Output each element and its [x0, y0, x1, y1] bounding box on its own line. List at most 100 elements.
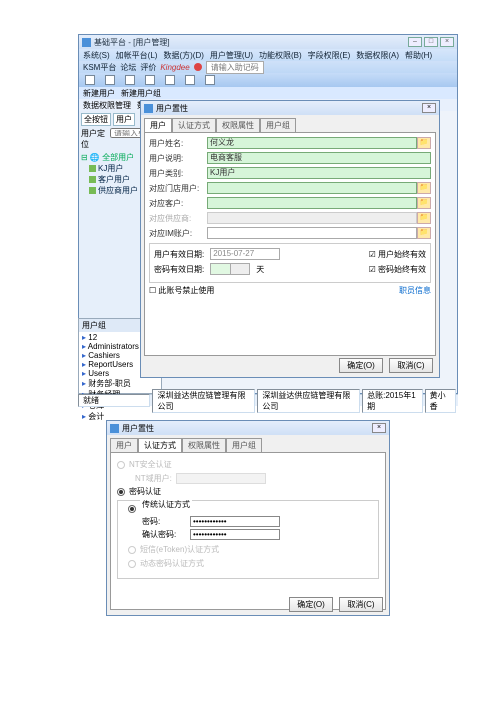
perm-mgmt-tab[interactable]: 数据权限管理 — [83, 100, 131, 111]
submenu-item[interactable]: Kingdee — [160, 63, 189, 72]
tool-icon[interactable] — [185, 75, 195, 85]
cancel-button[interactable]: 取消(C) — [389, 358, 433, 373]
cust-field[interactable] — [207, 197, 417, 209]
tool-icon[interactable] — [145, 75, 155, 85]
picker-icon[interactable]: 📁 — [417, 212, 431, 224]
group-item[interactable]: 财务部-职员 — [82, 378, 158, 389]
side-tab[interactable]: 全按钮 — [81, 113, 111, 126]
new-group-button[interactable]: 新建用户组 — [121, 88, 161, 99]
submenu-item[interactable]: 论坛 — [120, 62, 136, 73]
maximize-button[interactable]: □ — [424, 37, 438, 47]
tab-auth[interactable]: 认证方式 — [138, 438, 182, 452]
tab-groups[interactable]: 用户组 — [260, 118, 296, 132]
tab-groups[interactable]: 用户组 — [226, 438, 262, 452]
expire-label: 用户有效日期: — [154, 249, 204, 260]
dialog-close-button[interactable]: × — [422, 103, 436, 113]
tree-node[interactable]: 客户用户 — [81, 174, 146, 185]
radio-dynamic[interactable]: 动态密码认证方式 — [128, 558, 372, 569]
tab-user[interactable]: 用户 — [110, 438, 138, 452]
titlebar[interactable]: 基础平台 - [用户管理] – □ × — [79, 35, 457, 49]
password-input[interactable] — [190, 516, 280, 527]
pwd-confirm-label: 确认密码: — [142, 529, 186, 540]
menu-item[interactable]: 帮助(H) — [405, 50, 432, 61]
menu-item[interactable]: 数据权限(A) — [356, 50, 399, 61]
dialog-tabs: 用户 认证方式 权限属性 用户组 — [141, 115, 439, 132]
employee-info-link[interactable]: 职员信息 — [399, 285, 431, 296]
desc-field[interactable]: 电商客服 — [207, 152, 431, 164]
menu-item[interactable]: 加帐平台(L) — [116, 50, 158, 61]
side-tab[interactable]: 用户 — [113, 113, 135, 126]
menu-item[interactable]: 系统(S) — [83, 50, 110, 61]
dialog-title: 用户置性 — [156, 103, 188, 114]
tree-root[interactable]: ⊟ 🌐 全部用户 — [81, 152, 146, 163]
type-field[interactable]: KJ用户 — [207, 167, 431, 179]
dates-group: 用户有效日期: 2015-07-27 ☑ 用户始终有效 密码有效日期: 天 ☑ … — [149, 243, 431, 283]
pwd-label: 密码: — [142, 516, 186, 527]
tool-icon[interactable] — [85, 75, 95, 85]
tool-icon[interactable] — [105, 75, 115, 85]
close-button[interactable]: × — [440, 37, 454, 47]
radio-nt-auth[interactable]: NT安全认证 — [117, 459, 379, 470]
pwd-days-input[interactable] — [210, 263, 250, 275]
dialog-icon — [110, 424, 119, 433]
submenu-item[interactable]: KSM平台 — [83, 62, 116, 73]
dialog-titlebar[interactable]: 用户置性 × — [107, 421, 389, 435]
tab-perm[interactable]: 权限属性 — [182, 438, 226, 452]
tool-icon[interactable] — [205, 75, 215, 85]
menu-item[interactable]: 用户管理(U) — [210, 50, 253, 61]
window-title: 基础平台 - [用户管理] — [94, 37, 170, 48]
submenu-item[interactable]: 评价 — [140, 62, 156, 73]
new-user-button[interactable]: 新建用户 — [83, 88, 115, 99]
radio-sms[interactable]: 短信(eToken)认证方式 — [128, 544, 372, 555]
record-icon — [194, 63, 202, 71]
password-confirm-input[interactable] — [190, 529, 280, 540]
dialog-close-button[interactable]: × — [372, 423, 386, 433]
tool-icon[interactable] — [125, 75, 135, 85]
tree-node[interactable]: KJ用户 — [81, 163, 146, 174]
menu-bar: 系统(S) 加帐平台(L) 数据(方)(D) 用户管理(U) 功能权限(B) 字… — [79, 49, 457, 61]
pwd-fieldset: 传统认证方式 密码: 确认密码: 短信(eToken)认证方式 动态密码认证方式 — [117, 500, 379, 579]
picker-icon[interactable]: 📁 — [417, 227, 431, 239]
vend-field — [207, 212, 417, 224]
tab-body: 用户姓名:何义龙📁 用户说明:电商客服 用户类别:KJ用户 对应门店用户:📁 对… — [144, 132, 436, 356]
cancel-button[interactable]: 取消(C) — [339, 597, 383, 612]
status-company: 深圳益达供应链管理有限公司 — [152, 389, 255, 413]
dialog-tabs: 用户 认证方式 权限属性 用户组 — [107, 435, 389, 452]
radio-pwd-auth[interactable]: 密码认证 — [117, 486, 379, 497]
user-locate-label: 用户定位 — [81, 128, 108, 150]
minimize-button[interactable]: – — [408, 37, 422, 47]
store-field[interactable] — [207, 182, 417, 194]
cust-label: 对应客户: — [149, 198, 207, 209]
vend-label: 对应供应商: — [149, 213, 207, 224]
ok-button[interactable]: 确定(O) — [289, 597, 333, 612]
tab-body: NT安全认证 NT域用户: 密码认证 传统认证方式 密码: 确认密码: 短信(e… — [110, 452, 386, 610]
expire-date-input[interactable]: 2015-07-27 — [210, 248, 280, 260]
tab-user[interactable]: 用户 — [144, 118, 172, 132]
user-tree: ⊟ 🌐 全部用户 KJ用户 客户用户 供应商用户 — [81, 152, 146, 196]
user-properties-dialog: 用户置性 × 用户 认证方式 权限属性 用户组 用户姓名:何义龙📁 用户说明:电… — [140, 100, 440, 378]
store-label: 对应门店用户: — [149, 183, 207, 194]
menu-item[interactable]: 功能权限(B) — [259, 50, 302, 61]
dialog-title: 用户置性 — [122, 423, 154, 434]
picker-icon[interactable]: 📁 — [417, 197, 431, 209]
pwd-always-valid-checkbox[interactable]: 密码始终有效 — [378, 265, 426, 274]
dialog-titlebar[interactable]: 用户置性 × — [141, 101, 439, 115]
picker-icon[interactable]: 📁 — [417, 182, 431, 194]
ok-button[interactable]: 确定(O) — [339, 358, 383, 373]
name-field[interactable]: 何义龙 — [207, 137, 417, 149]
tool-icon[interactable] — [165, 75, 175, 85]
status-ready: 就绪 — [78, 394, 150, 407]
tree-node[interactable]: 供应商用户 — [81, 185, 146, 196]
radio-traditional[interactable]: 传统认证方式 — [128, 505, 372, 513]
disable-checkbox[interactable]: ☐ 此账号禁止使用 — [149, 285, 214, 296]
always-valid-checkbox[interactable]: 用户始终有效 — [378, 250, 426, 259]
menu-item[interactable]: 字段权限(E) — [308, 50, 351, 61]
menu-item[interactable]: 数据(方)(D) — [163, 50, 203, 61]
days-unit: 天 — [256, 264, 264, 275]
tab-perm[interactable]: 权限属性 — [216, 118, 260, 132]
mnemonic-input[interactable]: 请输入助记码 — [206, 61, 264, 74]
toolbar-2: 新建用户 新建用户组 — [79, 87, 457, 99]
im-field[interactable] — [207, 227, 417, 239]
picker-icon[interactable]: 📁 — [417, 137, 431, 149]
tab-auth[interactable]: 认证方式 — [172, 118, 216, 132]
